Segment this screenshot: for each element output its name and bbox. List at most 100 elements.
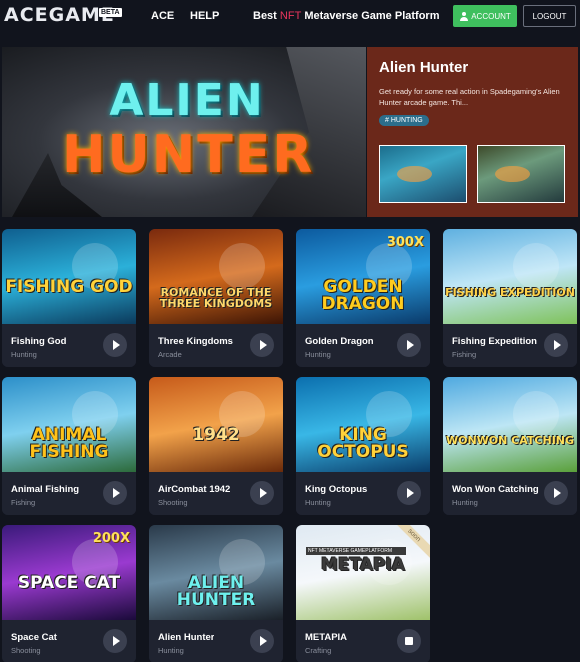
account-label: ACCOUNT: [471, 11, 511, 21]
play-icon: [406, 488, 414, 498]
play-button[interactable]: [250, 481, 274, 505]
account-button[interactable]: ACCOUNT: [453, 5, 517, 27]
game-info: Animal Fishing Fishing: [2, 472, 136, 515]
game-card-alien-hunter[interactable]: ALIEN HUNTER Alien Hunter Hunting: [149, 525, 283, 662]
play-button[interactable]: [397, 333, 421, 357]
hero-art-title-line2: HUNTER: [62, 125, 315, 185]
game-genre: Hunting: [11, 350, 37, 359]
game-name[interactable]: Alien Hunter: [158, 632, 214, 643]
featured-game-info: Alien Hunter Get ready for some real act…: [367, 47, 578, 217]
user-icon: [459, 11, 468, 21]
logout-label: LOGOUT: [532, 11, 567, 21]
play-icon: [259, 340, 267, 350]
play-button[interactable]: [397, 481, 421, 505]
tagline-prefix: Best: [253, 10, 277, 22]
art-decoration: [513, 391, 559, 437]
art-title: WONWON CATCHING: [445, 434, 575, 447]
beta-badge: BETA: [99, 8, 122, 17]
game-card-animal-fishing[interactable]: ANIMAL FISHING Animal Fishing Fishing: [2, 377, 136, 515]
featured-game-art[interactable]: ALIEN HUNTER: [2, 47, 366, 217]
game-card-fishing-expedition[interactable]: FISHING EXPEDITION Fishing Expedition Fish…: [443, 229, 577, 367]
art-decoration: [219, 243, 265, 289]
game-thumbnail[interactable]: GOLDEN DRAGON 300X: [296, 229, 430, 324]
game-thumbnail[interactable]: KING OCTOPUS: [296, 377, 430, 472]
game-name[interactable]: Won Won Catching: [452, 484, 539, 495]
game-thumbnail[interactable]: 1942: [149, 377, 283, 472]
hunting-tag[interactable]: # HUNTING: [379, 115, 429, 126]
game-thumbnail[interactable]: WONWON CATCHING: [443, 377, 577, 472]
art-title: SPACE CAT: [17, 573, 121, 593]
screenshot-thumbnail-2[interactable]: [477, 145, 565, 203]
game-card-won-won-catching[interactable]: WONWON CATCHING Won Won Catching Hunting: [443, 377, 577, 515]
game-name[interactable]: Fishing God: [11, 336, 66, 347]
game-genre: Crafting: [305, 646, 332, 655]
game-genre: Fishing: [452, 350, 477, 359]
game-thumbnail[interactable]: NFT METAVERSE GAMEPLATFORM METAPIA soon: [296, 525, 430, 620]
play-icon: [259, 488, 267, 498]
play-button[interactable]: [103, 333, 127, 357]
multiplier-badge: 300X: [386, 235, 424, 250]
top-bar: ACEGAME BETA ACE HELP Best NFT Metaverse…: [0, 0, 580, 34]
play-button[interactable]: [544, 333, 568, 357]
game-info: Alien Hunter Hunting: [149, 620, 283, 662]
game-card-fishing-god[interactable]: FISHING GOD Fishing God Hunting: [2, 229, 136, 367]
nav-help[interactable]: HELP: [190, 10, 219, 22]
game-info: Space Cat Shooting: [2, 620, 136, 662]
tagline-nft: NFT: [279, 10, 302, 22]
game-thumbnail[interactable]: FISHING GOD: [2, 229, 136, 324]
art-title: FISHING GOD: [5, 277, 133, 297]
game-name[interactable]: Golden Dragon: [305, 336, 374, 347]
play-icon: [553, 340, 561, 350]
game-thumbnail[interactable]: SPACE CAT 200X: [2, 525, 136, 620]
game-name[interactable]: Three Kingdoms: [158, 336, 233, 347]
game-genre: Arcade: [158, 350, 182, 359]
game-genre: Shooting: [11, 646, 41, 655]
game-genre: Hunting: [452, 498, 478, 507]
game-card-three-kingdoms[interactable]: ROMANCE OF THE THREE KINGDOMS Three Kingd…: [149, 229, 283, 367]
stop-button[interactable]: [397, 629, 421, 653]
game-card-golden-dragon[interactable]: GOLDEN DRAGON 300X Golden Dragon Hunting: [296, 229, 430, 367]
play-icon: [112, 340, 120, 350]
tagline-suffix: Metaverse Game Platform: [304, 10, 440, 22]
game-info: King Octopus Hunting: [296, 472, 430, 515]
game-thumbnail[interactable]: ANIMAL FISHING: [2, 377, 136, 472]
art-decoration: [513, 243, 559, 289]
game-name[interactable]: AirCombat 1942: [158, 484, 230, 495]
play-button[interactable]: [103, 629, 127, 653]
game-genre: Fishing: [11, 498, 36, 507]
game-thumbnail[interactable]: FISHING EXPEDITION: [443, 229, 577, 324]
nav-ace[interactable]: ACE: [151, 10, 174, 22]
game-card-aircombat-1942[interactable]: 1942 AirCombat 1942 Shooting: [149, 377, 283, 515]
game-card-king-octopus[interactable]: KING OCTOPUS King Octopus Hunting: [296, 377, 430, 515]
multiplier-badge: 200X: [92, 531, 130, 546]
game-thumbnail[interactable]: ROMANCE OF THE THREE KINGDOMS: [149, 229, 283, 324]
featured-game-title[interactable]: Alien Hunter: [379, 59, 566, 76]
screenshot-thumbnail-1[interactable]: [379, 145, 467, 203]
game-thumbnail[interactable]: ALIEN HUNTER: [149, 525, 283, 620]
game-card-space-cat[interactable]: SPACE CAT 200X Space Cat Shooting: [2, 525, 136, 662]
game-name[interactable]: Space Cat: [11, 632, 57, 643]
play-button[interactable]: [544, 481, 568, 505]
art-title: 1942: [192, 425, 240, 445]
game-name[interactable]: King Octopus: [305, 484, 367, 495]
game-name[interactable]: Animal Fishing: [11, 484, 79, 495]
play-button[interactable]: [250, 629, 274, 653]
game-name[interactable]: METAPIA: [305, 632, 347, 643]
logout-button[interactable]: LOGOUT: [523, 5, 576, 27]
game-genre: Hunting: [158, 646, 184, 655]
game-info: AirCombat 1942 Shooting: [149, 472, 283, 515]
game-info: METAPIA Crafting: [296, 620, 430, 662]
play-button[interactable]: [250, 333, 274, 357]
hero-art-title-line1: ALIEN: [109, 75, 265, 126]
play-icon: [553, 488, 561, 498]
stop-icon: [405, 637, 413, 645]
game-info: Three Kingdoms Arcade: [149, 324, 283, 367]
art-title: ANIMAL FISHING: [29, 425, 109, 462]
game-info: Fishing Expedition Fishing: [443, 324, 577, 367]
game-card-metapia[interactable]: NFT METAVERSE GAMEPLATFORM METAPIA soon MET…: [296, 525, 430, 662]
game-name[interactable]: Fishing Expedition: [452, 336, 537, 347]
play-icon: [406, 340, 414, 350]
featured-game-banner[interactable]: ALIEN HUNTER Alien Hunter Get ready for …: [2, 47, 578, 217]
play-button[interactable]: [103, 481, 127, 505]
game-genre: Shooting: [158, 498, 188, 507]
